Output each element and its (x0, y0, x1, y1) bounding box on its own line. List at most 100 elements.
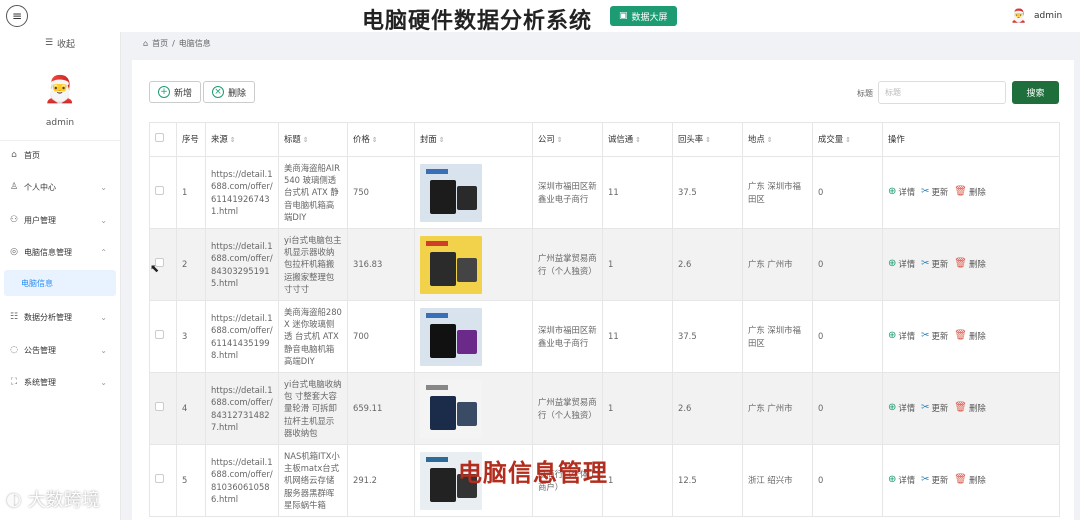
sort-icon[interactable]: ⇕ (767, 136, 773, 144)
cell-actions: ⊕ 详情 ✂ 更新 🗑 删除 (882, 372, 1060, 445)
cell-integrity: 1 (602, 372, 673, 445)
col-repurchase[interactable]: 回头率 ⇕ (672, 122, 743, 157)
sort-icon[interactable]: ⇕ (705, 136, 711, 144)
update-button[interactable]: ✂ 更新 (921, 185, 948, 200)
cell-price: 316.83 (347, 228, 415, 301)
row-select-cell[interactable] (149, 372, 177, 445)
col-deals[interactable]: 成交量 ⇕ (812, 122, 883, 157)
sidebar-item-computer-info-management[interactable]: ◎ 电脑信息管理 ⌃ (0, 239, 121, 265)
cell-actions: ⊕ 详情 ✂ 更新 🗑 删除 (882, 156, 1060, 229)
select-all-checkbox[interactable] (155, 133, 164, 143)
col-price[interactable]: 价格 ⇕ (347, 122, 415, 157)
sort-icon[interactable]: ⇕ (845, 136, 851, 144)
chevron-down-icon: ⌄ (100, 345, 107, 355)
cell-company: 广州益掌贸易商行（个人独资） (532, 372, 603, 445)
row-select-cell[interactable] (149, 444, 177, 517)
sort-icon[interactable]: ⇕ (439, 136, 445, 144)
collapse-button[interactable]: ☰ 收起 (0, 32, 120, 54)
watermark-text: 大数跨境 (27, 490, 100, 511)
delete-row-label: 删除 (968, 331, 986, 342)
delete-row-button[interactable]: 🗑 删除 (954, 185, 985, 200)
chevron-down-icon: ⌄ (100, 377, 107, 387)
sort-icon[interactable]: ⇕ (230, 136, 236, 144)
add-button[interactable]: + 新增 (149, 81, 202, 103)
trash-icon: 🗑 (954, 402, 967, 414)
delete-row-button[interactable]: 🗑 删除 (954, 473, 985, 488)
search-button[interactable]: 搜索 (1012, 81, 1059, 104)
cover-image[interactable] (420, 379, 482, 438)
cell-source: https://detail.1688.com/offer/6114192674… (205, 156, 279, 229)
breadcrumb-home[interactable]: 首页 (152, 38, 168, 49)
detail-button[interactable]: ⊕ 详情 (888, 401, 915, 416)
sidebar-item-personal-center[interactable]: ♙ 个人中心 ⌄ (0, 174, 121, 200)
cell-repurchase: 37.5 (672, 300, 743, 373)
cover-image[interactable] (420, 235, 482, 294)
sidebar-item-announcements[interactable]: ◌ 公告管理 ⌄ (0, 337, 121, 363)
trash-icon: 🗑 (954, 258, 967, 270)
update-button[interactable]: ✂ 更新 (921, 257, 948, 272)
col-cover[interactable]: 封面 ⇕ (414, 122, 533, 157)
detail-button[interactable]: ⊕ 详情 (888, 185, 915, 200)
avatar: 🎅 (1010, 8, 1028, 24)
update-label: 更新 (931, 403, 949, 414)
delete-row-button[interactable]: 🗑 删除 (954, 257, 985, 272)
search-input[interactable] (878, 81, 1006, 104)
cell-deals: 0 (812, 228, 883, 301)
detail-button[interactable]: ⊕ 详情 (888, 473, 915, 488)
sort-icon[interactable]: ⇕ (635, 136, 641, 144)
col-index: 序号 (176, 122, 206, 157)
hamburger-icon: ☰ (44, 38, 54, 48)
detail-label: 详情 (898, 475, 916, 486)
sort-icon[interactable]: ⇕ (303, 136, 309, 144)
plus-icon: + (158, 86, 170, 98)
delete-button[interactable]: × 删除 (203, 81, 256, 103)
col-company[interactable]: 公司 ⇕ (532, 122, 603, 157)
update-button[interactable]: ✂ 更新 (921, 401, 948, 416)
update-button[interactable]: ✂ 更新 (921, 473, 948, 488)
update-button[interactable]: ✂ 更新 (921, 329, 948, 344)
trash-icon: 🗑 (954, 474, 967, 486)
sidebar-item-system-management[interactable]: ⛶ 系统管理 ⌄ (0, 369, 121, 395)
row-checkbox[interactable] (155, 186, 164, 196)
cover-image[interactable] (420, 163, 482, 222)
cell-location: 广东 深圳市福田区 (742, 300, 813, 373)
row-select-cell[interactable] (149, 156, 177, 229)
col-location[interactable]: 地点 ⇕ (742, 122, 813, 157)
sidebar-item-computer-info[interactable]: 电脑信息 (4, 270, 116, 296)
col-source[interactable]: 来源 ⇕ (205, 122, 279, 157)
watermark-logo-icon: ◐ (6, 488, 22, 510)
sort-icon[interactable]: ⇕ (557, 136, 563, 144)
sort-icon[interactable]: ⇕ (372, 136, 378, 144)
row-checkbox[interactable] (155, 330, 164, 340)
big-screen-button[interactable]: ▣ 数据大屏 (610, 6, 677, 26)
select-all-cell[interactable] (149, 122, 177, 157)
breadcrumb-separator: / (172, 39, 175, 48)
row-checkbox[interactable] (155, 402, 164, 412)
sidebar-item-user-management[interactable]: ⚇ 用户管理 ⌄ (0, 207, 121, 233)
top-bar: ≡ 电脑硬件数据分析系统 ▣ 数据大屏 🎅 admin (0, 0, 1080, 34)
content-card: + 新增 × 删除 标题 搜索 序号 来源⇕ 标题⇕ 价格⇕ 封面⇕ 公司⇕ 诚… (132, 60, 1074, 520)
sidebar-item-data-analysis[interactable]: ☷ 数据分析管理 ⌄ (0, 304, 121, 330)
menu-toggle-icon[interactable]: ≡ (6, 5, 28, 27)
update-label: 更新 (931, 475, 949, 486)
cell-location: 广东 广州市 (742, 228, 813, 301)
sidebar-item-label: 电脑信息管理 (24, 247, 72, 257)
cover-image[interactable] (420, 307, 482, 366)
bell-icon: ◌ (10, 345, 18, 355)
cell-source: https://detail.1688.com/offer/6114143519… (205, 300, 279, 373)
cell-price: 750 (347, 156, 415, 229)
cell-title: 美商海盗船AIR 540 玻璃侧透 台式机 ATX 静音电脑机箱高端DIY (278, 156, 348, 229)
col-title[interactable]: 标题 ⇕ (278, 122, 348, 157)
delete-row-button[interactable]: 🗑 删除 (954, 329, 985, 344)
detail-button[interactable]: ⊕ 详情 (888, 257, 915, 272)
col-integrity[interactable]: 诚信通 ⇕ (602, 122, 673, 157)
cell-company: 深圳市福田区新鑫业电子商行 (532, 300, 603, 373)
sidebar-item-home[interactable]: ⌂ 首页 (0, 142, 121, 168)
row-checkbox[interactable] (155, 474, 164, 484)
row-select-cell[interactable] (149, 300, 177, 373)
delete-row-button[interactable]: 🗑 删除 (954, 401, 985, 416)
cell-index: 5 (176, 444, 206, 517)
detail-button[interactable]: ⊕ 详情 (888, 329, 915, 344)
user-menu[interactable]: 🎅 admin (1010, 7, 1062, 25)
sliders-icon: ☷ (9, 312, 19, 322)
